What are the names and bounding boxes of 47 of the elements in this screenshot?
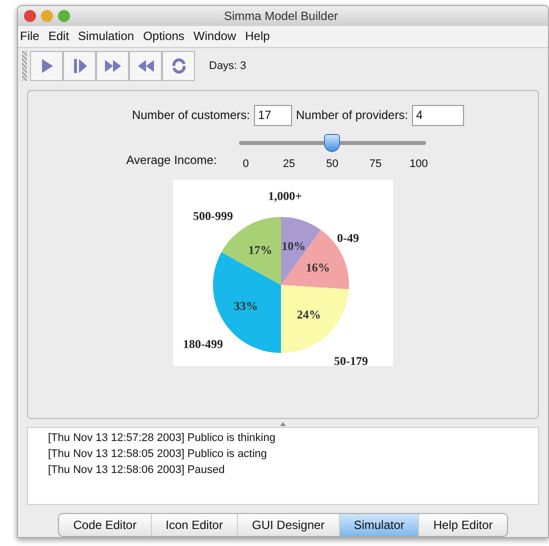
toolbar-button[interactable] xyxy=(30,50,63,81)
menu-item[interactable]: Edit xyxy=(48,27,70,46)
splitter-handle[interactable] xyxy=(280,422,286,426)
toolbar-grip[interactable] xyxy=(22,50,27,81)
toolbar-button[interactable] xyxy=(162,50,195,81)
tab[interactable]: Icon Editor xyxy=(150,514,237,536)
menu-item[interactable]: Simulation xyxy=(78,27,134,46)
category-label: 180-499 xyxy=(183,337,223,352)
number-field[interactable]: 17 xyxy=(254,104,292,126)
number-field[interactable]: 4 xyxy=(412,104,464,126)
close-button[interactable] xyxy=(24,10,36,22)
toolbar-button[interactable] xyxy=(129,50,162,81)
menu-item[interactable]: Options xyxy=(143,27,184,46)
tick-label: 100 xyxy=(408,156,429,172)
menu-item[interactable]: File xyxy=(20,27,40,46)
category-label: 500-999 xyxy=(193,209,233,224)
tick-label: 0 xyxy=(242,156,250,172)
menu-item[interactable]: Help xyxy=(245,27,270,46)
tick-label: 75 xyxy=(368,156,383,172)
slider-label: Average Income: xyxy=(126,152,217,169)
days-label: Days: 3 xyxy=(209,58,246,74)
toolbar-button[interactable] xyxy=(63,50,96,81)
log-line: [Thu Nov 13 12:57:28 2003] Publico is thinking xyxy=(48,431,276,446)
window-title: Simma Model Builder xyxy=(222,8,340,25)
slider-track[interactable] xyxy=(238,134,426,152)
category-label: 0-49 xyxy=(337,231,359,246)
toolbar-button[interactable] xyxy=(96,50,129,81)
category-label: 50-179 xyxy=(334,354,368,366)
value-label: 10% xyxy=(282,240,306,254)
tab[interactable]: Code Editor xyxy=(59,514,151,536)
refresh-icon xyxy=(170,56,188,75)
field-label: Number of providers: xyxy=(296,107,408,124)
value-label: 33% xyxy=(234,299,258,314)
zoom-button[interactable] xyxy=(58,10,70,22)
category-label: 1,000+ xyxy=(268,189,302,204)
value-label: 16% xyxy=(306,260,330,275)
tick-label: 25 xyxy=(282,156,296,172)
tab[interactable]: Simulator xyxy=(338,514,418,536)
menu-item[interactable]: Window xyxy=(193,27,236,46)
log-line: [Thu Nov 13 12:58:05 2003] Publico is acting xyxy=(48,447,268,462)
value-label: 24% xyxy=(296,308,321,322)
field-label: Number of customers: xyxy=(132,107,250,124)
tick-label: 50 xyxy=(325,156,340,172)
slider-thumb[interactable] xyxy=(324,134,340,152)
tab[interactable]: Help Editor xyxy=(418,514,507,536)
value-label: 17% xyxy=(248,243,272,258)
log-line: [Thu Nov 13 12:58:06 2003] Paused xyxy=(48,463,226,478)
